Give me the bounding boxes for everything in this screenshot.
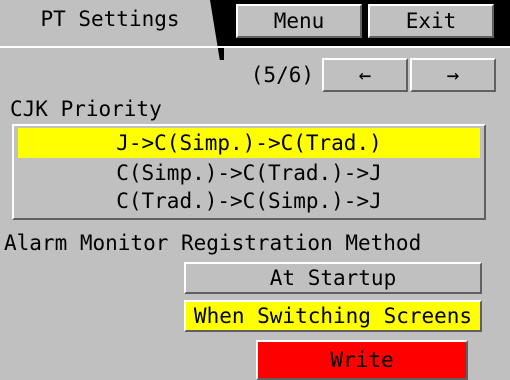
page-indicator: (5/6) (244, 62, 314, 88)
menu-button[interactable]: Menu (236, 4, 362, 38)
title-tab: PT Settings (0, 0, 220, 38)
cjk-priority-option-3[interactable]: C(Trad.)->C(Simp.)->J (18, 186, 480, 216)
when-switching-screens-label: When Switching Screens (193, 303, 473, 328)
cjk-priority-option-label: J->C(Simp.)->C(Trad.) (116, 130, 382, 155)
when-switching-screens-button[interactable]: When Switching Screens (184, 300, 482, 332)
at-startup-button[interactable]: At Startup (184, 262, 482, 294)
write-button-label: Write (330, 347, 394, 372)
at-startup-label: At Startup (269, 265, 397, 290)
cjk-priority-option-1[interactable]: J->C(Simp.)->C(Trad.) (18, 128, 480, 158)
header-divider (0, 46, 510, 48)
alarm-monitor-label-text: Alarm Monitor Registration Method (4, 230, 422, 255)
cjk-priority-option-label: C(Simp.)->C(Trad.)->J (116, 160, 382, 185)
alarm-monitor-label: Alarm Monitor Registration Method (4, 230, 421, 256)
exit-button[interactable]: Exit (368, 4, 494, 38)
page-indicator-text: (5/6) (250, 62, 314, 87)
right-arrow-icon: → (446, 62, 460, 87)
page-title: PT Settings (40, 6, 180, 31)
prev-page-button[interactable]: ← (322, 58, 408, 92)
left-arrow-icon: ← (358, 62, 372, 87)
write-button[interactable]: Write (256, 340, 468, 380)
cjk-priority-option-2[interactable]: C(Simp.)->C(Trad.)->J (18, 158, 480, 188)
cjk-priority-label: CJK Priority (10, 96, 162, 122)
menu-button-label: Menu (273, 8, 325, 33)
cjk-priority-label-text: CJK Priority (10, 96, 162, 121)
next-page-button[interactable]: → (410, 58, 496, 92)
exit-button-label: Exit (405, 8, 457, 33)
cjk-priority-list: J->C(Simp.)->C(Trad.) C(Simp.)->C(Trad.)… (12, 124, 486, 220)
cjk-priority-option-label: C(Trad.)->C(Simp.)->J (116, 188, 382, 213)
